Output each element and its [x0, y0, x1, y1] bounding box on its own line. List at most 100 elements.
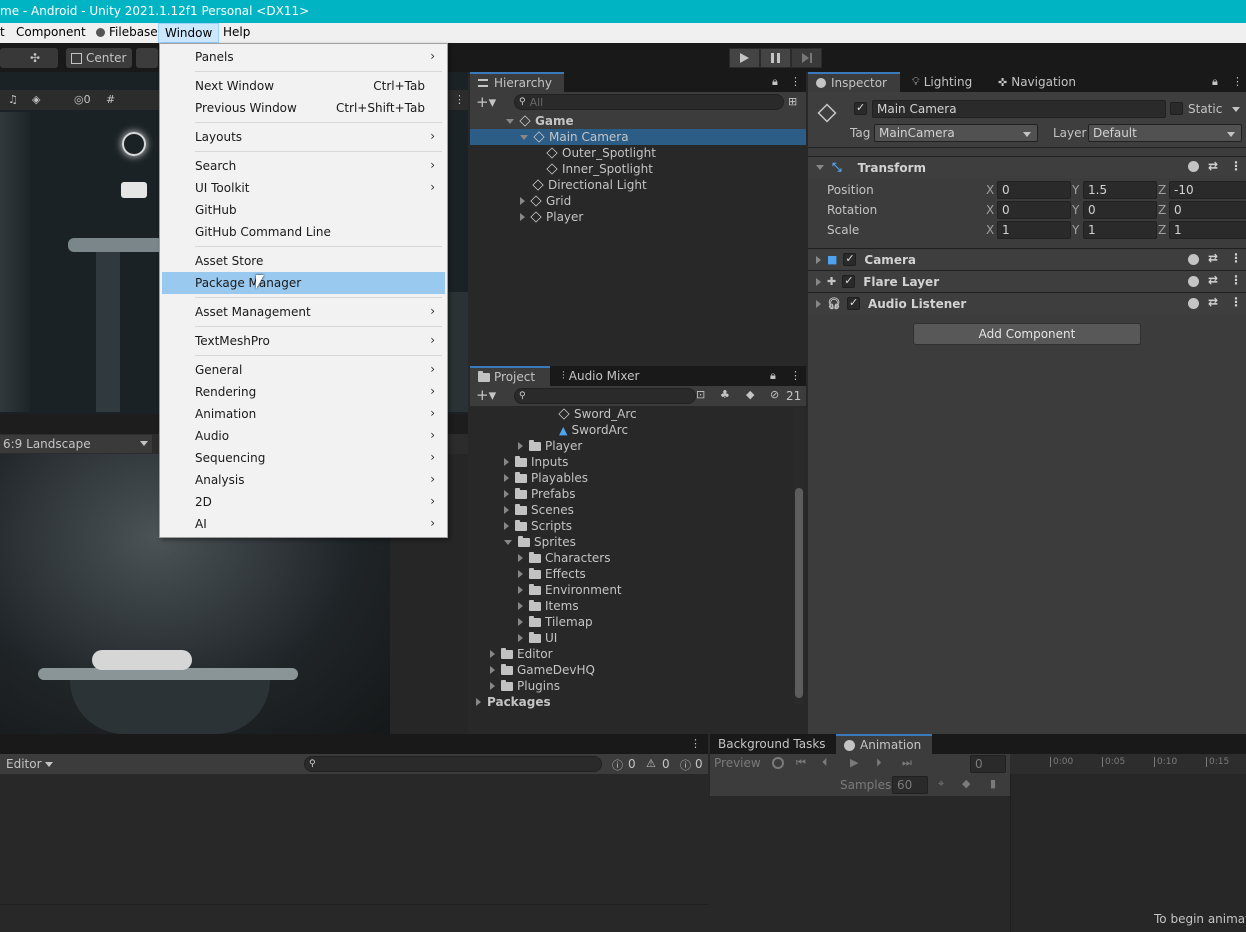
help-icon[interactable]: [1188, 254, 1199, 265]
component-menu-icon[interactable]: ⋮: [1230, 159, 1242, 173]
warning-count-icon[interactable]: ⚠: [646, 757, 656, 770]
foldout-arrow-icon[interactable]: [506, 118, 514, 124]
project-item[interactable]: Characters: [470, 550, 792, 566]
foldout-arrow-icon[interactable]: [518, 554, 523, 562]
active-checkbox[interactable]: [854, 101, 867, 115]
project-item[interactable]: Prefabs: [470, 486, 792, 502]
create-plus-icon[interactable]: +▾: [476, 386, 496, 404]
menu-item-panels[interactable]: Panels ›: [162, 46, 445, 68]
project-item[interactable]: Sword_Arc: [470, 406, 792, 422]
menu-item-github[interactable]: GitHub: [162, 199, 445, 221]
component-menu-icon[interactable]: ⋮: [1230, 295, 1242, 309]
timeline-ruler[interactable]: 0:00 0:05 0:10 0:15: [1010, 754, 1246, 774]
effects-toggle-icon[interactable]: ◈: [32, 93, 40, 106]
lock-icon[interactable]: 🔒︎: [770, 369, 776, 383]
component-enabled-checkbox[interactable]: [842, 274, 856, 288]
project-item[interactable]: Playables: [470, 470, 792, 486]
project-scrollbar[interactable]: [794, 408, 804, 704]
foldout-arrow-icon[interactable]: [518, 618, 523, 626]
next-key-icon[interactable]: ⏵: [876, 756, 882, 770]
hidden-packages-icon[interactable]: ⊘: [770, 388, 779, 401]
menu-item-animation[interactable]: Animation ›: [162, 403, 445, 425]
project-item[interactable]: UI: [470, 630, 792, 646]
project-item[interactable]: Items: [470, 598, 792, 614]
menu-item-asset-management[interactable]: Asset Management ›: [162, 301, 445, 323]
static-dropdown-icon[interactable]: [1232, 107, 1240, 112]
tab-navigation[interactable]: ✜ Navigation: [990, 72, 1084, 92]
hierarchy-item[interactable]: Inner_Spotlight: [470, 161, 806, 177]
menu-item-audio[interactable]: Audio ›: [162, 425, 445, 447]
project-item[interactable]: GameDevHQ: [470, 662, 792, 678]
component-audio-listener[interactable]: 🎧︎ Audio Listener ⇄ ⋮: [808, 292, 1246, 314]
frame-field[interactable]: 0: [970, 755, 1006, 773]
project-menu-icon[interactable]: ⋮: [790, 369, 801, 382]
foldout-arrow-icon[interactable]: [520, 134, 528, 140]
foldout-arrow-icon[interactable]: [816, 299, 821, 308]
hierarchy-item[interactable]: Directional Light: [470, 177, 806, 193]
inspector-menu-icon[interactable]: ⋮: [1232, 75, 1243, 88]
presets-icon[interactable]: ⇄: [1208, 159, 1218, 173]
foldout-arrow-icon[interactable]: [504, 474, 509, 482]
error-count-icon[interactable]: ⓘ: [680, 757, 691, 773]
presets-icon[interactable]: ⇄: [1208, 251, 1218, 265]
component-menu-icon[interactable]: ⋮: [1230, 251, 1242, 265]
foldout-arrow-icon[interactable]: [504, 458, 509, 466]
project-item[interactable]: Player: [470, 438, 792, 454]
pause-button[interactable]: [760, 48, 791, 68]
tab-audio-mixer[interactable]: ⫶ Audio Mixer: [554, 366, 647, 386]
help-icon[interactable]: [1188, 298, 1199, 309]
transform-x-field[interactable]: 1: [997, 221, 1071, 239]
tag-dropdown[interactable]: MainCamera: [874, 124, 1038, 142]
hierarchy-menu-icon[interactable]: ⋮: [790, 75, 801, 88]
menu-item-next-window[interactable]: Next Window Ctrl+Tab: [162, 75, 445, 97]
project-item[interactable]: Tilemap: [470, 614, 792, 630]
foldout-arrow-icon[interactable]: [504, 490, 509, 498]
lock-icon[interactable]: 🔒︎: [1212, 75, 1218, 89]
foldout-arrow-icon[interactable]: [490, 682, 495, 690]
transform-z-field[interactable]: 1: [1169, 221, 1246, 239]
search-by-label-icon[interactable]: ♣: [720, 388, 730, 401]
menu-item-previous-window[interactable]: Previous Window Ctrl+Shift+Tab: [162, 97, 445, 119]
menu-item-rendering[interactable]: Rendering ›: [162, 381, 445, 403]
help-icon[interactable]: [1188, 161, 1199, 172]
grid-snap-icon[interactable]: #: [106, 93, 115, 106]
foldout-arrow-icon[interactable]: [504, 522, 509, 530]
component-menu-icon[interactable]: ⋮: [1230, 273, 1242, 287]
help-icon[interactable]: [1188, 276, 1199, 287]
foldout-arrow-icon[interactable]: [518, 570, 523, 578]
hierarchy-item[interactable]: Player: [470, 209, 806, 225]
foldout-arrow-icon[interactable]: [816, 255, 821, 264]
last-key-icon[interactable]: ⏭: [902, 756, 912, 770]
menu-item-sequencing[interactable]: Sequencing ›: [162, 447, 445, 469]
menu-item-ui-toolkit[interactable]: UI Toolkit ›: [162, 177, 445, 199]
tag-icon[interactable]: ◆: [746, 388, 754, 401]
tab-lighting[interactable]: 💡︎ Lighting: [904, 72, 980, 92]
static-checkbox[interactable]: [1170, 102, 1183, 115]
foldout-arrow-icon[interactable]: [476, 698, 481, 706]
play-anim-icon[interactable]: ▶: [850, 756, 858, 769]
global-local-button[interactable]: [136, 48, 158, 68]
foldout-arrow-icon[interactable]: [520, 197, 525, 205]
foldout-arrow-icon[interactable]: [504, 506, 509, 514]
project-item[interactable]: Effects: [470, 566, 792, 582]
console-search-input[interactable]: ⚲: [304, 756, 602, 772]
first-key-icon[interactable]: ⏮: [796, 756, 806, 770]
transform-y-field[interactable]: 1: [1083, 221, 1157, 239]
transform-y-field[interactable]: 1.5: [1083, 181, 1157, 199]
pivot-center-button[interactable]: Center: [66, 48, 132, 68]
foldout-arrow-icon[interactable]: [520, 213, 525, 221]
project-item[interactable]: Editor: [470, 646, 792, 662]
menu-item-partial[interactable]: t: [0, 25, 5, 39]
foldout-arrow-icon[interactable]: [816, 165, 824, 170]
menu-window[interactable]: Window: [158, 23, 220, 43]
transform-y-field[interactable]: 0: [1083, 201, 1157, 219]
grip-icon[interactable]: ✣: [30, 51, 40, 65]
menu-item-layouts[interactable]: Layouts ›: [162, 126, 445, 148]
transform-z-field[interactable]: -10: [1169, 181, 1246, 199]
presets-icon[interactable]: ⇄: [1208, 273, 1218, 287]
foldout-arrow-icon[interactable]: [816, 277, 821, 286]
component-camera[interactable]: ■ Camera ⇄ ⋮: [808, 248, 1246, 270]
foldout-arrow-icon[interactable]: [490, 666, 495, 674]
menu-item-package-manager[interactable]: Package Manager: [162, 272, 445, 294]
project-item[interactable]: Scripts: [470, 518, 792, 534]
